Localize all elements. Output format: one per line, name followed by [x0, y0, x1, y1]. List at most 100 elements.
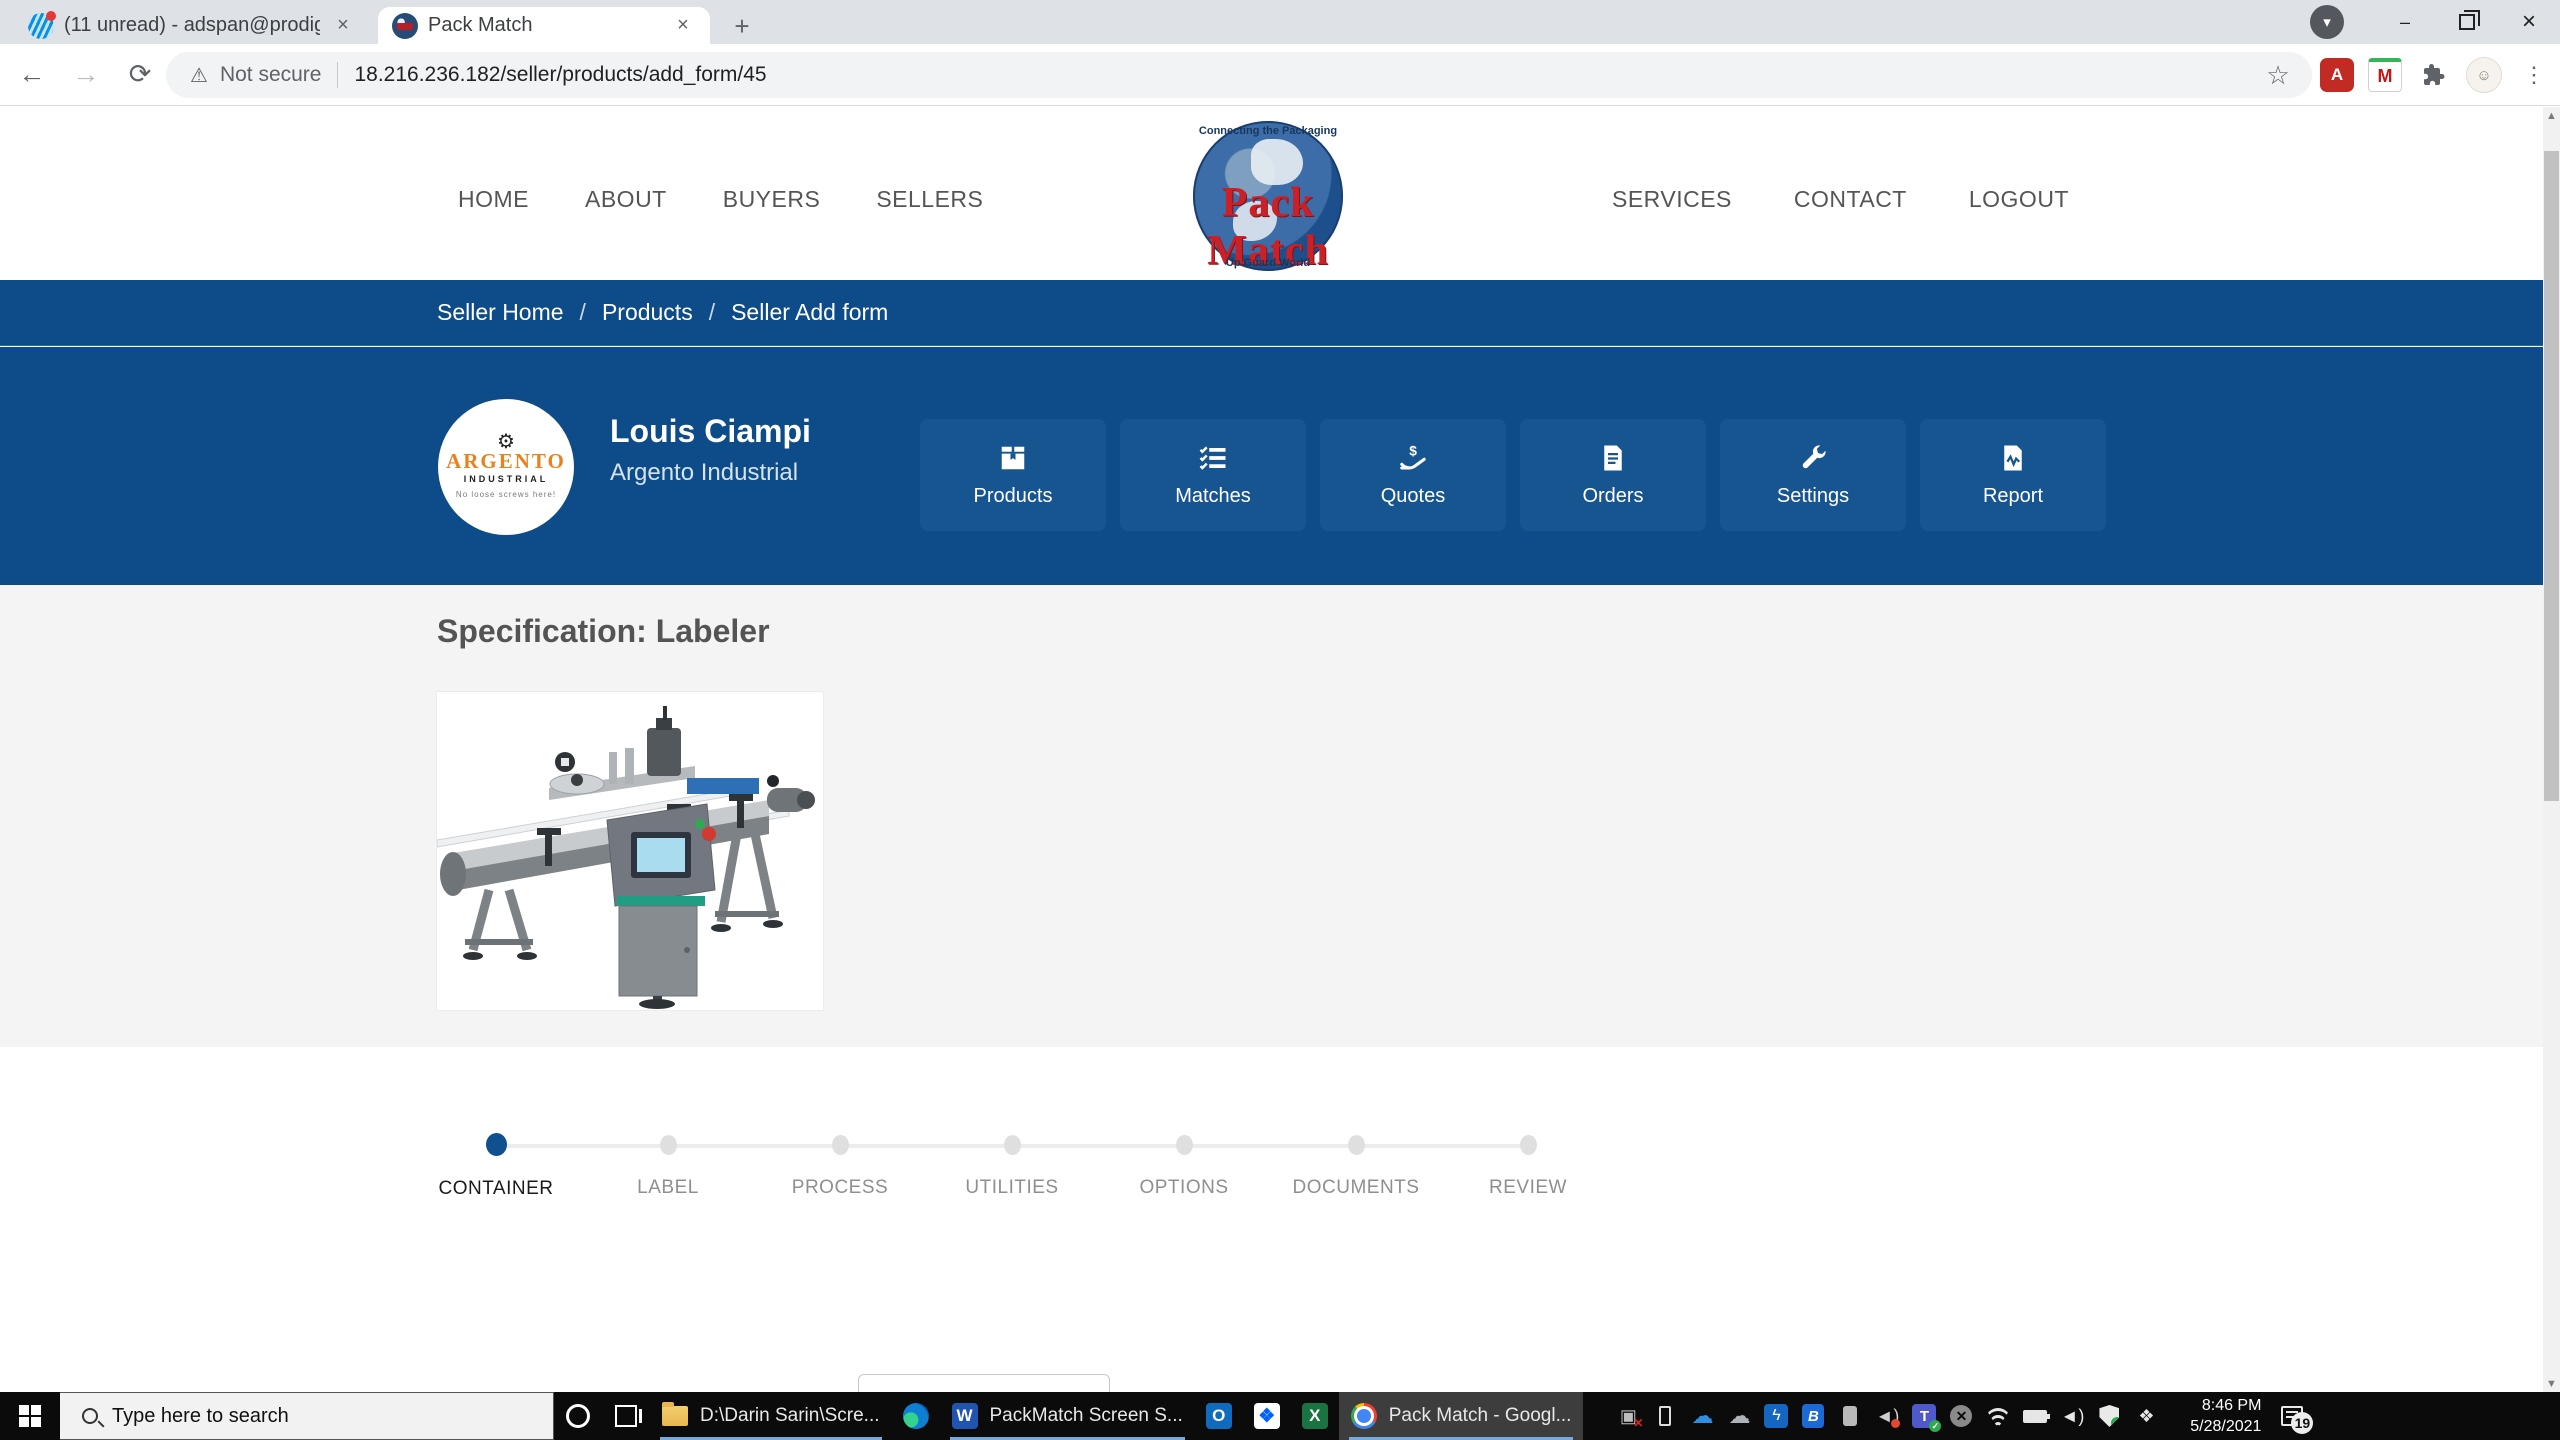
- wifi-icon[interactable]: [1981, 1392, 2015, 1440]
- profile-avatar-icon[interactable]: ☺: [2466, 57, 2502, 93]
- usb-device-icon[interactable]: [1648, 1392, 1682, 1440]
- nav-about[interactable]: ABOUT: [585, 186, 667, 213]
- form-stepper: CONTAINER LABEL PROCESS UTILITIES OPTION…: [410, 1127, 1614, 1217]
- products-button[interactable]: Products: [920, 419, 1106, 531]
- extensions-row: ☆ A M ☺ ⋮: [2260, 52, 2552, 98]
- quotes-button[interactable]: $ Quotes: [1320, 419, 1506, 531]
- cortana-icon: [566, 1404, 590, 1428]
- edge-icon: [903, 1403, 929, 1429]
- thunderbolt-icon[interactable]: ϟ: [1759, 1392, 1793, 1440]
- browser-update-arrow-icon[interactable]: ▾: [2310, 5, 2344, 39]
- new-tab-button[interactable]: +: [726, 10, 758, 42]
- taskbar-outlook[interactable]: O: [1195, 1392, 1243, 1440]
- cortana-button[interactable]: [554, 1392, 602, 1440]
- breadcrumb-seller-home[interactable]: Seller Home: [437, 299, 564, 326]
- minimize-button[interactable]: –: [2374, 0, 2436, 44]
- nav-sellers[interactable]: SELLERS: [876, 186, 983, 213]
- packmatch-logo[interactable]: Connecting the Packaging Pack Match Up G…: [1158, 117, 1378, 275]
- taskbar-edge[interactable]: [892, 1392, 940, 1440]
- breadcrumb-bar: Seller Home / Products / Seller Add form: [0, 280, 2560, 346]
- nav-buyers[interactable]: BUYERS: [723, 186, 821, 213]
- extensions-puzzle-icon[interactable]: [2416, 57, 2452, 93]
- page-viewport: HOME ABOUT BUYERS SELLERS Connecting the…: [0, 107, 2560, 1392]
- nav-home[interactable]: HOME: [458, 186, 529, 213]
- forward-button[interactable]: →: [64, 53, 108, 97]
- taskbar-search-input[interactable]: Type here to search: [60, 1392, 554, 1440]
- address-bar[interactable]: ⚠ Not secure 18.216.236.182/seller/produ…: [166, 52, 2312, 98]
- chrome-menu-icon[interactable]: ⋮: [2516, 57, 2552, 93]
- tab-close-icon[interactable]: ×: [670, 13, 696, 39]
- search-placeholder: Type here to search: [112, 1405, 289, 1428]
- device-tray-icon[interactable]: [1833, 1392, 1867, 1440]
- taskbar-clock[interactable]: 8:46 PM 5/28/2021: [2177, 1395, 2261, 1437]
- unit-select-dropdown[interactable]: Unit: [858, 1374, 1110, 1392]
- step-container[interactable]: CONTAINER: [410, 1127, 582, 1200]
- notification-center-button[interactable]: 19: [2269, 1392, 2315, 1440]
- start-button[interactable]: [0, 1392, 60, 1440]
- step-documents[interactable]: DOCUMENTS: [1270, 1127, 1442, 1200]
- dashboard-button-label: Matches: [1175, 485, 1251, 508]
- search-icon: [82, 1408, 98, 1424]
- taskbar-chrome-active[interactable]: Pack Match - Googl...: [1339, 1392, 1584, 1440]
- taskbar-dropbox[interactable]: ❖: [1243, 1392, 1291, 1440]
- dropbox-tray-icon[interactable]: ❖: [2129, 1392, 2163, 1440]
- nav-logout[interactable]: LOGOUT: [1969, 186, 2069, 213]
- dashboard-buttons: Products Matches $ Quotes Orders Setting…: [920, 419, 2106, 531]
- windows-taskbar: Type here to search D:\Darin Sarin\Scre.…: [0, 1392, 2560, 1440]
- site-header: HOME ABOUT BUYERS SELLERS Connecting the…: [0, 107, 2560, 280]
- taskbar-excel[interactable]: X: [1291, 1392, 1339, 1440]
- dropbox-icon: ❖: [1254, 1403, 1280, 1429]
- step-label[interactable]: LABEL: [582, 1127, 754, 1200]
- tab-close-icon[interactable]: ×: [330, 13, 356, 39]
- reload-button[interactable]: ⟳: [118, 53, 162, 97]
- not-secure-warning-icon[interactable]: ⚠: [190, 63, 208, 88]
- volume-icon[interactable]: ◄): [2055, 1392, 2089, 1440]
- scrollbar-thumb[interactable]: [2544, 151, 2559, 801]
- restore-button[interactable]: [2436, 0, 2498, 44]
- step-utilities[interactable]: UTILITIES: [926, 1127, 1098, 1200]
- battery-icon[interactable]: [2018, 1392, 2052, 1440]
- browser-tab-packmatch[interactable]: Pack Match ×: [378, 7, 710, 44]
- chrome-icon: [1351, 1403, 1377, 1429]
- orders-button[interactable]: Orders: [1520, 419, 1706, 531]
- gear-icon: ⚙: [497, 435, 515, 449]
- report-button[interactable]: Report: [1920, 419, 2106, 531]
- bluetooth-icon[interactable]: B: [1796, 1392, 1830, 1440]
- not-secure-label: Not secure: [220, 63, 322, 87]
- browser-tab-mail[interactable]: (11 unread) - adspan@prodigy.n ×: [14, 7, 370, 44]
- onedrive-paused-icon[interactable]: ☁: [1722, 1392, 1756, 1440]
- notification-badge: 19: [2291, 1412, 2313, 1434]
- security-shield-icon[interactable]: [2092, 1392, 2126, 1440]
- adobe-pdf-extension-icon[interactable]: A: [2320, 58, 2354, 92]
- nav-services[interactable]: SERVICES: [1612, 186, 1732, 213]
- settings-button[interactable]: Settings: [1720, 419, 1906, 531]
- form-section: CONTAINER LABEL PROCESS UTILITIES OPTION…: [0, 1047, 2560, 1392]
- mcafee-extension-icon[interactable]: M: [2368, 58, 2402, 92]
- step-options[interactable]: OPTIONS: [1098, 1127, 1270, 1200]
- taskbar-word[interactable]: W PackMatch Screen S...: [940, 1392, 1195, 1440]
- breadcrumb-products[interactable]: Products: [602, 299, 693, 326]
- scroll-down-icon[interactable]: ▼: [2543, 1375, 2560, 1392]
- nav-contact[interactable]: CONTACT: [1794, 186, 1907, 213]
- device-error-icon[interactable]: ▣: [1611, 1392, 1645, 1440]
- step-review[interactable]: REVIEW: [1442, 1127, 1614, 1200]
- bookmark-star-icon[interactable]: ☆: [2260, 57, 2296, 93]
- restore-icon: [2459, 14, 2475, 30]
- onedrive-icon[interactable]: ☁: [1685, 1392, 1719, 1440]
- page-scrollbar[interactable]: ▲ ▼: [2543, 107, 2560, 1392]
- task-view-icon: [615, 1405, 637, 1427]
- task-view-button[interactable]: [602, 1392, 650, 1440]
- file-explorer-label: D:\Darin Sarin\Scre...: [700, 1405, 880, 1427]
- browser-toolbar: ← → ⟳ ⚠ Not secure 18.216.236.182/seller…: [0, 44, 2560, 106]
- main-nav-right: SERVICES CONTACT LOGOUT: [1612, 179, 2069, 219]
- system-tray: ▣ ☁ ☁ ϟ B ◄) T ✕ ◄) ❖: [1611, 1392, 2163, 1440]
- close-window-button[interactable]: ×: [2498, 0, 2560, 44]
- step-process[interactable]: PROCESS: [754, 1127, 926, 1200]
- scroll-up-icon[interactable]: ▲: [2543, 107, 2560, 124]
- matches-button[interactable]: Matches: [1120, 419, 1306, 531]
- taskbar-file-explorer[interactable]: D:\Darin Sarin\Scre...: [650, 1392, 892, 1440]
- recording-audio-icon[interactable]: ◄): [1870, 1392, 1904, 1440]
- closed-app-icon[interactable]: ✕: [1944, 1392, 1978, 1440]
- teams-icon[interactable]: T: [1907, 1392, 1941, 1440]
- back-button[interactable]: ←: [10, 53, 54, 97]
